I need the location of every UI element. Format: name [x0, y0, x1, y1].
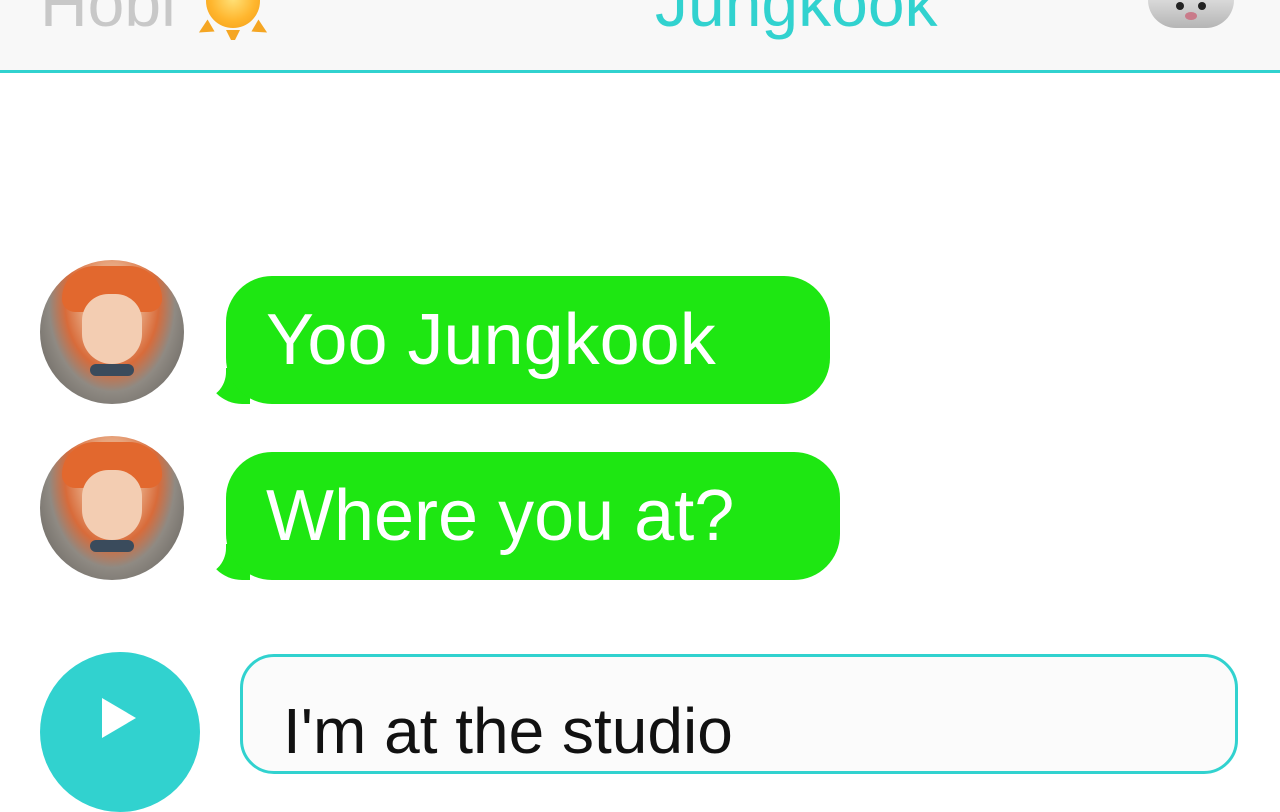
message-bubble: Yoo Jungkook: [226, 276, 830, 404]
message-input[interactable]: I'm at the studio: [240, 654, 1238, 774]
message-text: Yoo Jungkook: [266, 300, 716, 380]
message-text: Where you at?: [266, 476, 735, 556]
chat-header: Hobi Jungkook: [0, 0, 1280, 73]
contact-left-name: Hobi: [40, 0, 176, 40]
contact-right: Jungkook: [655, 0, 938, 36]
sun-icon: [194, 0, 272, 40]
hamster-icon: [1148, 0, 1234, 28]
message-bubble: Where you at?: [226, 452, 840, 580]
avatar: [40, 260, 184, 404]
avatar: [40, 436, 184, 580]
send-button[interactable]: [40, 652, 200, 812]
contact-right-name: Jungkook: [655, 0, 938, 40]
contact-left: Hobi: [40, 0, 272, 40]
message-input-text: I'm at the studio: [283, 695, 733, 767]
send-icon: [102, 698, 136, 738]
